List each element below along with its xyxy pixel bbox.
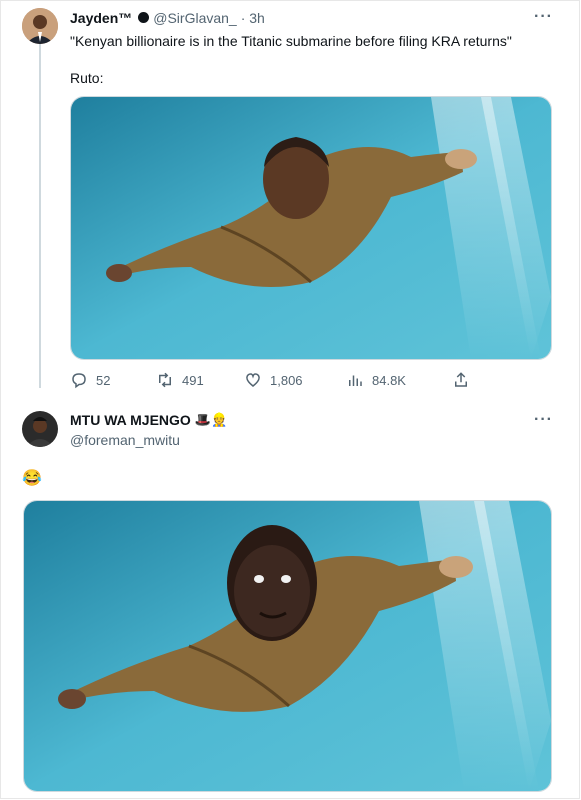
reply-count: 52 xyxy=(96,372,111,388)
views-button[interactable]: 84.8K xyxy=(346,371,406,389)
handle-2[interactable]: @foreman_mwitu xyxy=(70,432,180,448)
share-button[interactable] xyxy=(452,371,470,389)
like-count: 1,806 xyxy=(270,372,303,388)
like-button[interactable]: 1,806 xyxy=(244,371,303,389)
tweet-emoji-text: 😂 xyxy=(22,470,42,487)
timestamp[interactable]: · 3h xyxy=(241,10,265,26)
tweet-body-text: Ruto: xyxy=(70,70,104,86)
reply-icon xyxy=(72,373,86,389)
retweet-icon xyxy=(159,372,171,388)
view-count: 84.8K xyxy=(372,372,406,388)
tweet-actions: 52 491 1,806 84.8K xyxy=(70,371,540,391)
views-chart-icon xyxy=(349,375,362,386)
avatar-foreman[interactable] xyxy=(22,411,58,447)
retweet-count: 491 xyxy=(182,372,204,388)
heart-icon xyxy=(246,373,260,387)
thread-line xyxy=(39,44,41,388)
avatar-jayden[interactable] xyxy=(22,8,58,44)
reply-button[interactable]: 52 xyxy=(70,371,110,389)
retweet-button[interactable]: 491 xyxy=(156,371,204,389)
more-options-icon[interactable]: ··· xyxy=(534,8,553,26)
tweet-quote-text: "Kenyan billionaire is in the Titanic su… xyxy=(70,33,512,49)
share-icon xyxy=(455,372,467,387)
display-name-2[interactable]: MTU WA MJENGO xyxy=(70,412,191,428)
more-options-icon-2[interactable]: ··· xyxy=(534,411,553,429)
name-emojis: 🎩👷 xyxy=(194,412,228,427)
display-name[interactable]: Jayden™ xyxy=(70,10,132,26)
handle[interactable]: @SirGlavan_ xyxy=(153,10,236,26)
tweet-image-1[interactable] xyxy=(70,96,552,360)
tweet-image-2[interactable] xyxy=(23,500,552,792)
verified-badge-icon xyxy=(138,11,150,23)
